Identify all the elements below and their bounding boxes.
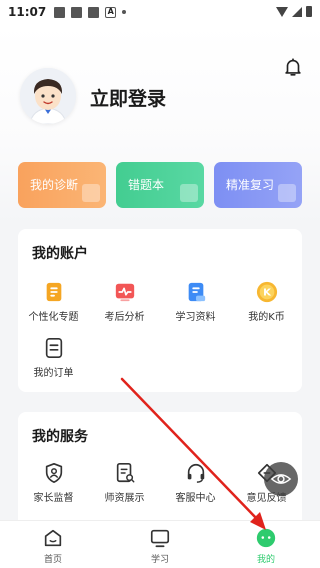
- k-coin-icon: K: [256, 281, 277, 303]
- diagnosis-decoration-icon: [82, 184, 100, 202]
- quick-wrongbook-button[interactable]: 错题本: [116, 162, 204, 208]
- review-decoration-icon: [278, 184, 296, 202]
- account-title: 我的账户: [32, 246, 88, 262]
- service-item-label: 师资展示: [104, 493, 145, 504]
- teacher-showcase-icon: [116, 463, 134, 483]
- order-list-icon: [45, 338, 62, 358]
- wifi-icon: [276, 6, 288, 17]
- floating-assistant-button[interactable]: [264, 462, 298, 496]
- service-item-label: 家长监督: [33, 493, 74, 504]
- services-title: 我的服务: [32, 429, 88, 445]
- tab-study[interactable]: 学习: [130, 527, 190, 565]
- account-item-materials[interactable]: 学习资料: [160, 281, 231, 323]
- home-icon: [44, 529, 62, 547]
- chart-pulse-icon: [115, 283, 134, 302]
- tab-label: 首页: [43, 555, 62, 565]
- quick-diagnosis-label: 我的诊断: [30, 178, 79, 192]
- eye-icon: [270, 474, 292, 484]
- notification-icon: [71, 6, 83, 18]
- account-item-label: 学习资料: [175, 312, 216, 323]
- a-notification-icon: A: [105, 6, 117, 18]
- study-screen-icon: [150, 529, 170, 548]
- avatar[interactable]: [20, 68, 76, 124]
- account-item-label: 考后分析: [104, 312, 145, 323]
- service-item-teachers[interactable]: 师资展示: [89, 462, 160, 504]
- svg-text:K: K: [263, 288, 272, 299]
- account-item-orders[interactable]: 我的订单: [18, 337, 89, 379]
- login-button[interactable]: 立即登录: [90, 84, 166, 111]
- account-card: 我的账户 个性化专题 考后分析 学习资料 K 我的K币 我的订单: [18, 229, 302, 392]
- dot-icon: [122, 10, 127, 14]
- avatar-illustration-icon: [20, 68, 76, 124]
- service-item-label: 客服中心: [175, 493, 216, 504]
- account-item-label: 我的订单: [33, 368, 74, 379]
- tab-mine[interactable]: 我的: [236, 527, 296, 565]
- document-stack-icon: [46, 282, 61, 302]
- profile-smile-icon: [256, 528, 276, 548]
- study-materials-icon: [188, 282, 205, 302]
- status-bar: 11:07 A: [0, 0, 320, 24]
- wrongbook-decoration-icon: [180, 184, 198, 202]
- notification-icon: [54, 6, 66, 18]
- signal-icon: [292, 6, 302, 17]
- battery-icon: [306, 6, 312, 17]
- account-item-label: 个性化专题: [28, 312, 79, 323]
- parent-supervision-icon: [45, 463, 62, 483]
- notification-icon: [88, 6, 100, 18]
- service-item-parent[interactable]: 家长监督: [18, 462, 89, 504]
- bottom-tab-bar: 首页 学习 我的: [0, 520, 320, 568]
- quick-wrongbook-label: 错题本: [128, 178, 165, 192]
- status-time: 11:07: [8, 5, 47, 19]
- bell-icon[interactable]: [282, 56, 304, 78]
- quick-review-button[interactable]: 精准复习: [214, 162, 302, 208]
- quick-review-label: 精准复习: [226, 178, 275, 192]
- tab-label: 学习: [150, 555, 169, 565]
- tab-label: 我的: [256, 555, 275, 565]
- account-item-label: 我的K币: [248, 312, 285, 323]
- account-item-analysis[interactable]: 考后分析: [89, 281, 160, 323]
- headset-icon: [187, 463, 204, 483]
- account-item-topics[interactable]: 个性化专题: [18, 281, 89, 323]
- service-item-support[interactable]: 客服中心: [160, 462, 231, 504]
- tab-home[interactable]: 首页: [23, 527, 83, 565]
- quick-diagnosis-button[interactable]: 我的诊断: [18, 162, 106, 208]
- account-item-kcoin[interactable]: K 我的K币: [231, 281, 302, 323]
